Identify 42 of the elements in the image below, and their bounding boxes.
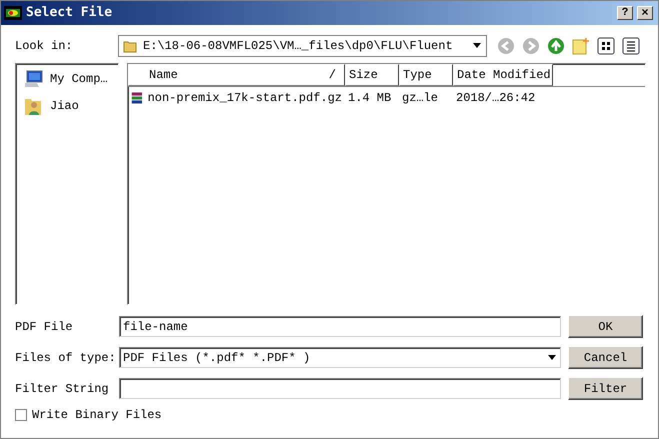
- place-item[interactable]: My Comp…: [50, 70, 108, 88]
- checkbox-label: Write Binary Files: [32, 407, 162, 424]
- forward-icon[interactable]: [522, 37, 540, 55]
- dropdown-arrow-icon: [547, 354, 557, 360]
- help-button[interactable]: ?: [617, 6, 633, 20]
- look-in-dropdown[interactable]: E:\18-06-08VMFL025\VM…_files\dp0\FLU\Fluent: [118, 35, 487, 57]
- place-item[interactable]: Jiao: [50, 97, 79, 115]
- sort-indicator: /: [328, 67, 336, 84]
- user-folder-icon: [24, 96, 44, 116]
- file-name[interactable]: non-premix_17k-start.pdf.gz: [148, 89, 342, 107]
- checkbox[interactable]: [15, 409, 27, 421]
- computer-icon: [24, 70, 44, 88]
- up-icon[interactable]: [547, 37, 565, 55]
- dropdown-arrow-icon: [472, 43, 482, 49]
- window-title: Select File: [26, 4, 112, 22]
- grid-view-icon[interactable]: [597, 37, 615, 55]
- file-type-dropdown[interactable]: PDF Files (*.pdf* *.PDF* ): [119, 347, 561, 368]
- app-icon: [4, 6, 22, 20]
- column-header[interactable]: Date Modified: [453, 64, 553, 86]
- table-cell-text: 1.4 MB: [348, 90, 392, 107]
- folder-icon: [123, 39, 137, 53]
- input-field[interactable]: file-name: [119, 316, 561, 337]
- table-cell-text: 2018/…26:42: [456, 90, 536, 107]
- list-view-icon[interactable]: [622, 37, 640, 55]
- dialog-button[interactable]: Filter: [568, 377, 643, 400]
- field-label: Filter String: [15, 380, 110, 398]
- back-icon[interactable]: [497, 37, 515, 55]
- dialog-button[interactable]: OK: [568, 315, 643, 338]
- path-text: E:\18-06-08VMFL025\VM…_files\dp0\FLU\Fluent: [143, 38, 454, 55]
- new-folder-icon[interactable]: [572, 37, 590, 55]
- input-field[interactable]: [119, 378, 561, 399]
- field-label: Files of type:: [15, 350, 117, 366]
- column-header-label: Name: [149, 67, 178, 84]
- table-cell-text: gz…le: [402, 90, 438, 107]
- close-button[interactable]: ×: [637, 6, 653, 20]
- field-label: PDF File: [15, 318, 74, 336]
- column-header[interactable]: Size: [345, 64, 399, 86]
- column-header[interactable]: Name /: [128, 64, 345, 86]
- look-in-label: Look in:: [15, 38, 74, 55]
- column-header[interactable]: Type: [399, 64, 453, 86]
- dialog-button[interactable]: Cancel: [568, 346, 643, 369]
- archive-icon: [131, 90, 144, 106]
